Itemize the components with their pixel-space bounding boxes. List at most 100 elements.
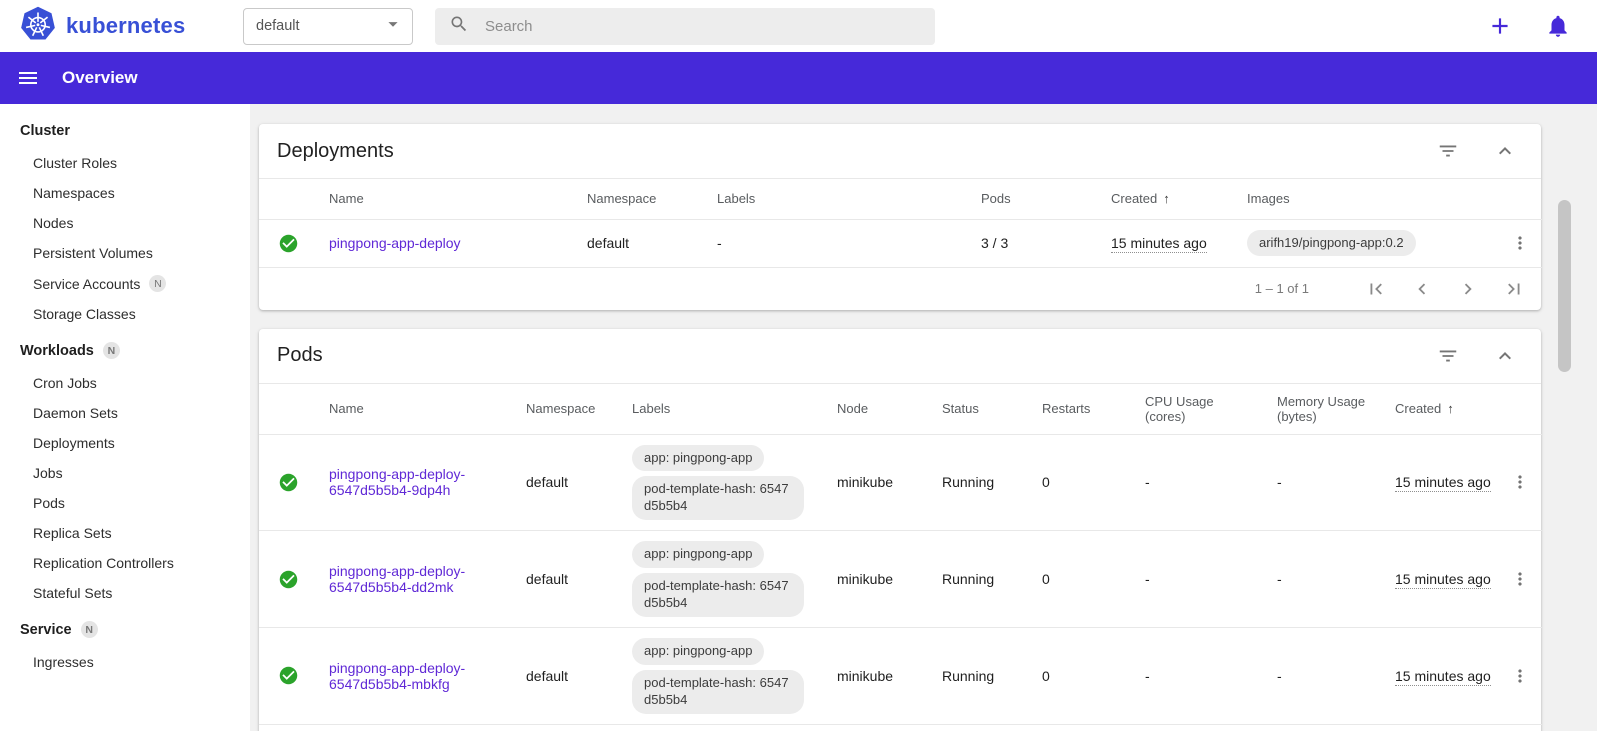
column-memory[interactable]: Memory Usage (bytes) — [1265, 384, 1383, 435]
pod-node: minikube — [837, 571, 894, 587]
sidebar-item-label: Deployments — [33, 435, 115, 451]
column-created[interactable]: Created ↑ — [1099, 179, 1235, 219]
column-node[interactable]: Node — [825, 384, 930, 435]
filter-icon[interactable] — [1437, 140, 1459, 162]
pod-restarts: 0 — [1042, 474, 1050, 491]
sidebar-item-replication-controllers[interactable]: Replication Controllers — [0, 548, 250, 578]
label-chip: pod-template-hash: 6547d5b5b4 — [632, 573, 804, 617]
row-menu-button[interactable] — [1510, 666, 1530, 686]
pod-cpu: - — [1145, 474, 1150, 491]
sidebar-item-persistent-volumes[interactable]: Persistent Volumes — [0, 238, 250, 268]
column-label: Created — [1111, 191, 1158, 207]
chevron-down-icon — [382, 13, 404, 39]
image-chip: arifh19/pingpong-app:0.2 — [1247, 229, 1416, 257]
sidebar-item-label: Pods — [33, 495, 65, 511]
namespaced-badge: N — [149, 275, 167, 292]
sidebar-item-daemon-sets[interactable]: Daemon Sets — [0, 398, 250, 428]
row-menu-button[interactable] — [1510, 472, 1530, 492]
sidebar-item-cron-jobs[interactable]: Cron Jobs — [0, 368, 250, 398]
sidebar-item-nodes[interactable]: Nodes — [0, 208, 250, 238]
row-menu-button[interactable] — [1510, 569, 1530, 589]
deployments-table: Name Namespace Labels Pods Created ↑ Imag… — [259, 179, 1542, 268]
pod-row: pingpong-app-deploy-6547d5b5b4-9dp4h def… — [259, 434, 1542, 531]
sort-asc-icon: ↑ — [1163, 191, 1170, 207]
sidebar-item-replica-sets[interactable]: Replica Sets — [0, 518, 250, 548]
search-input[interactable] — [483, 16, 921, 36]
column-label: Created — [1395, 401, 1442, 416]
pod-namespace: default — [526, 667, 569, 684]
sidebar-item-label: Ingresses — [33, 654, 94, 670]
status-ok-icon — [278, 665, 305, 686]
deployment-row: pingpong-app-deploy default - 3 / 3 15 m… — [259, 219, 1542, 267]
sidebar-item-ingresses[interactable]: Ingresses — [0, 647, 250, 677]
deployment-name-link[interactable]: pingpong-app-deploy — [329, 235, 461, 251]
pod-node: minikube — [837, 474, 894, 491]
column-restarts[interactable]: Restarts — [1030, 384, 1133, 435]
brand-wordmark: kubernetes — [66, 13, 186, 38]
sidebar-section-workloads[interactable]: Workloads N — [0, 329, 250, 368]
sidebar-item-pods[interactable]: Pods — [0, 488, 250, 518]
pod-memory: - — [1277, 571, 1282, 587]
pod-created: 15 minutes ago — [1395, 474, 1491, 493]
last-page-button[interactable] — [1503, 278, 1525, 300]
pod-created: 15 minutes ago — [1395, 667, 1491, 686]
label-chip: app: pingpong-app — [632, 444, 765, 472]
sidebar-item-label: Replication Controllers — [33, 555, 174, 571]
pod-name-link[interactable]: pingpong-app-deploy-6547d5b5b4-mbkfg — [329, 660, 465, 692]
sort-asc-icon: ↑ — [1447, 401, 1454, 416]
sidebar-section-cluster[interactable]: Cluster — [0, 110, 250, 148]
sidebar-item-deployments[interactable]: Deployments — [0, 428, 250, 458]
sidebar: Cluster Cluster Roles Namespaces Nodes P… — [0, 104, 250, 731]
first-page-button[interactable] — [1365, 278, 1387, 300]
pod-restarts: 0 — [1042, 571, 1050, 587]
pod-row: pingpong-app-deploy-6547d5b5b4-dd2mk def… — [259, 531, 1542, 628]
sidebar-item-stateful-sets[interactable]: Stateful Sets — [0, 578, 250, 608]
column-namespace[interactable]: Namespace — [575, 179, 705, 219]
column-name[interactable]: Name — [317, 384, 514, 435]
column-namespace[interactable]: Namespace — [514, 384, 620, 435]
search-bar — [435, 7, 935, 45]
pods-card: Pods Name Namespace Labels Node Status R… — [259, 328, 1542, 731]
kubernetes-logo-icon — [20, 6, 56, 47]
column-status[interactable]: Status — [930, 384, 1030, 435]
namespaced-badge: N — [102, 342, 120, 359]
column-images[interactable]: Images — [1235, 179, 1498, 219]
pod-name-link[interactable]: pingpong-app-deploy-6547d5b5b4-dd2mk — [329, 563, 465, 595]
namespace-selector[interactable]: default — [243, 7, 413, 45]
collapse-card-icon[interactable] — [1493, 344, 1517, 368]
page-title: Overview — [62, 68, 138, 87]
collapse-card-icon[interactable] — [1493, 139, 1517, 163]
status-ok-icon — [278, 233, 305, 254]
create-resource-button[interactable] — [1487, 13, 1513, 39]
deployments-card-header: Deployments — [259, 124, 1541, 179]
sidebar-item-jobs[interactable]: Jobs — [0, 458, 250, 488]
page-toolbar: Overview — [0, 52, 1597, 104]
brand-home-link[interactable]: kubernetes — [20, 6, 243, 47]
status-column — [259, 179, 317, 219]
sidebar-item-label: Namespaces — [33, 185, 115, 201]
row-menu-button[interactable] — [1510, 233, 1530, 253]
sidebar-item-label: Daemon Sets — [33, 405, 118, 421]
column-created[interactable]: Created ↑ — [1383, 384, 1498, 435]
status-column — [259, 384, 317, 435]
sidebar-item-storage-classes[interactable]: Storage Classes — [0, 299, 250, 329]
sidebar-item-service-accounts[interactable]: Service Accounts N — [0, 268, 250, 299]
deployment-pods: 3 / 3 — [981, 235, 1009, 251]
deployments-card: Deployments Name Namespace Labels Pods C… — [259, 124, 1542, 310]
section-label: Cluster — [20, 123, 70, 139]
vertical-scrollbar-thumb[interactable] — [1558, 200, 1571, 372]
notifications-bell-button[interactable] — [1545, 13, 1571, 39]
previous-page-button[interactable] — [1411, 278, 1433, 300]
column-name[interactable]: Name — [317, 179, 575, 219]
hamburger-menu-button[interactable] — [16, 66, 40, 90]
next-page-button[interactable] — [1457, 278, 1479, 300]
column-cpu[interactable]: CPU Usage (cores) — [1133, 384, 1265, 435]
sidebar-section-service[interactable]: Service N — [0, 608, 250, 647]
column-pods[interactable]: Pods — [969, 179, 1099, 219]
filter-icon[interactable] — [1437, 345, 1459, 367]
sidebar-item-cluster-roles[interactable]: Cluster Roles — [0, 148, 250, 178]
card-title: Pods — [277, 344, 323, 366]
pod-name-link[interactable]: pingpong-app-deploy-6547d5b5b4-9dp4h — [329, 466, 465, 498]
sidebar-item-label: Stateful Sets — [33, 585, 113, 601]
sidebar-item-namespaces[interactable]: Namespaces — [0, 178, 250, 208]
